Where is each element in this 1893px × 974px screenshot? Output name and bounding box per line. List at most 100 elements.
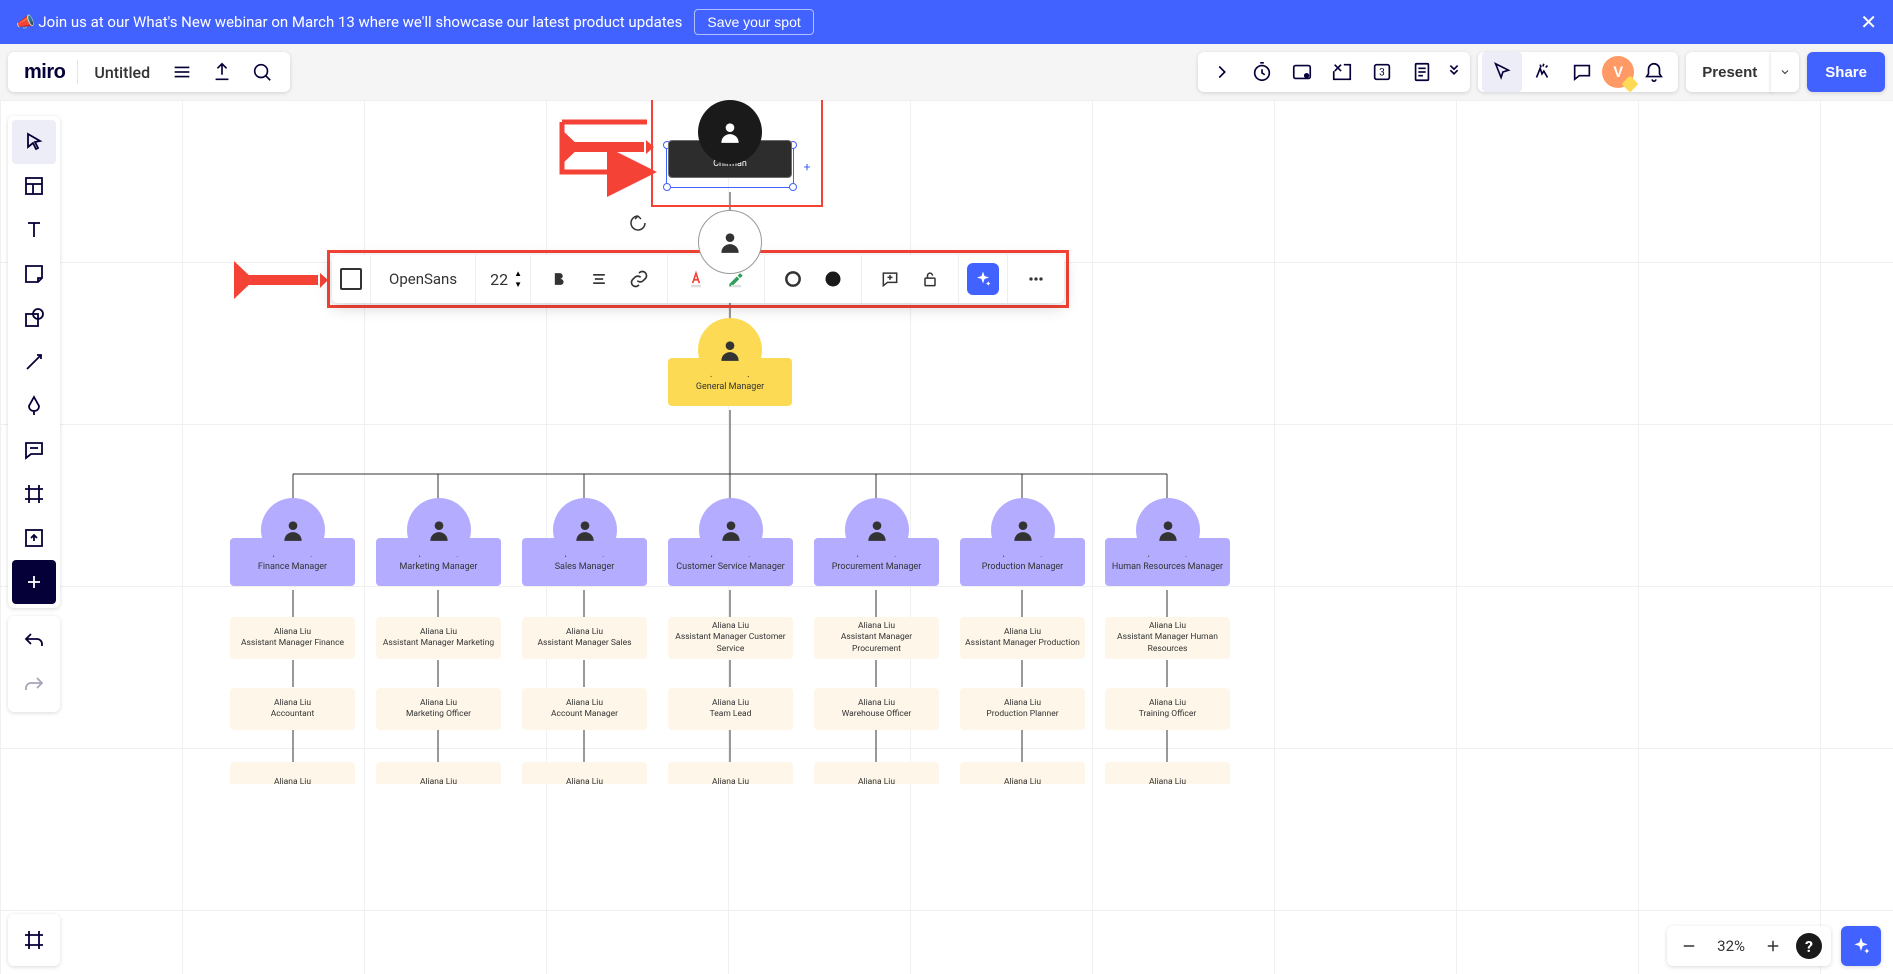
org-node-officer[interactable]: Aliana LiuAccountant — [230, 688, 355, 730]
org-node-officer[interactable]: Aliana LiuTeam Lead — [668, 688, 793, 730]
pen-tool-icon[interactable] — [12, 384, 56, 428]
redo-icon[interactable] — [12, 664, 56, 708]
org-node-manager[interactable]: Aliana LiuMarketing Manager — [376, 498, 501, 586]
select-tool-icon[interactable] — [12, 120, 56, 164]
upload-tool-icon[interactable] — [12, 516, 56, 560]
org-node-level4[interactable]: Aliana Liu — [960, 762, 1085, 784]
app-toolbar: 3 — [1198, 52, 1470, 92]
shape-tool-icon[interactable] — [12, 296, 56, 340]
zoom-out-icon[interactable] — [1671, 926, 1707, 966]
line-tool-icon[interactable] — [12, 340, 56, 384]
announcement-banner: 📣 Join us at our What's New webinar on M… — [0, 0, 1893, 44]
reactions-icon[interactable] — [1522, 52, 1562, 92]
org-node-assistant[interactable]: Aliana LiuAssistant Manager Sales — [522, 617, 647, 659]
org-node-manager[interactable]: Aliana LiuHuman Resources Manager — [1105, 498, 1230, 586]
notification-icon[interactable] — [1634, 52, 1674, 92]
voting-icon[interactable] — [1322, 52, 1362, 92]
export-icon[interactable] — [202, 52, 242, 92]
org-node-assistant[interactable]: Aliana LiuAssistant Manager Finance — [230, 617, 355, 659]
menu-icon[interactable] — [162, 52, 202, 92]
screen-share-icon[interactable] — [1282, 52, 1322, 92]
org-node-manager[interactable]: Aliana LiuProduction Manager — [960, 498, 1085, 586]
collab-toolbar: V — [1478, 52, 1678, 92]
present-button[interactable]: Present — [1686, 52, 1773, 92]
close-icon[interactable]: ✕ — [1860, 12, 1877, 32]
border-color-icon[interactable] — [773, 255, 813, 303]
org-node-level4[interactable]: Aliana Liu — [1105, 762, 1230, 784]
search-icon[interactable] — [242, 52, 282, 92]
org-node-assistant[interactable]: Aliana LiuAssistant Manager Marketing — [376, 617, 501, 659]
zoom-in-icon[interactable] — [1755, 926, 1791, 966]
estimate-icon[interactable]: 3 — [1362, 52, 1402, 92]
formatting-toolbar: OpenSans 22 ▲▼ — [332, 255, 1064, 303]
shape-type-icon[interactable] — [340, 268, 362, 290]
org-node-assistant[interactable]: Aliana LiuAssistant Manager Customer Ser… — [668, 617, 793, 659]
more-tools-icon[interactable] — [12, 560, 56, 604]
font-size-input[interactable]: 22 — [484, 270, 514, 289]
font-size-stepper[interactable]: ▲▼ — [514, 269, 522, 289]
annotation-arrow — [232, 258, 327, 307]
align-icon[interactable] — [579, 255, 619, 303]
org-node-manager[interactable]: Aliana LiuSales Manager — [522, 498, 647, 586]
org-node-officer[interactable]: Aliana LiuWarehouse Officer — [814, 688, 939, 730]
org-node-officer[interactable]: Aliana LiuMarketing Officer — [376, 688, 501, 730]
org-node-officer[interactable]: Aliana LiuProduction Planner — [960, 688, 1085, 730]
org-node-officer[interactable]: Aliana LiuTraining Officer — [1105, 688, 1230, 730]
org-node-manager[interactable]: Aliana LiuCustomer Service Manager — [668, 498, 793, 586]
user-avatar[interactable]: V — [1602, 56, 1634, 88]
fill-color-icon[interactable] — [813, 255, 853, 303]
tools-sidebar — [8, 116, 60, 712]
zoom-value[interactable]: 32% — [1707, 937, 1755, 955]
org-node-assistant[interactable]: Aliana LiuAssistant Manager Procurement — [814, 617, 939, 659]
annotation-toolbar-highlight: OpenSans 22 ▲▼ — [327, 250, 1069, 308]
undo-icon[interactable] — [12, 620, 56, 664]
org-node-chairman[interactable]: Aliana Liu Chirman — [668, 100, 792, 178]
lock-icon[interactable] — [910, 255, 950, 303]
ai-assist-icon[interactable] — [967, 263, 999, 295]
banner-text: 📣 Join us at our What's New webinar on M… — [16, 13, 682, 31]
rotate-icon[interactable] — [628, 213, 648, 233]
link-icon[interactable] — [619, 255, 659, 303]
share-button[interactable]: Share — [1807, 52, 1885, 92]
org-node-general-manager[interactable]: Aliana Liu General Manager — [668, 318, 792, 406]
bold-icon[interactable] — [539, 255, 579, 303]
org-node-assistant[interactable]: Aliana LiuAssistant Manager Human Resour… — [1105, 617, 1230, 659]
save-spot-button[interactable]: Save your spot — [694, 9, 813, 35]
comment-icon[interactable] — [1562, 52, 1602, 92]
annotation-arrow — [558, 118, 653, 180]
timer-icon[interactable] — [1242, 52, 1282, 92]
org-node-assistant[interactable]: Aliana LiuAssistant Manager Production — [960, 617, 1085, 659]
org-node-level4[interactable]: Aliana Liu — [376, 762, 501, 784]
text-tool-icon[interactable] — [12, 208, 56, 252]
add-comment-icon[interactable] — [870, 255, 910, 303]
miro-logo[interactable]: miro — [16, 61, 73, 84]
notes-icon[interactable] — [1402, 52, 1442, 92]
template-tool-icon[interactable] — [12, 164, 56, 208]
more-icon[interactable] — [1016, 255, 1056, 303]
org-node-vice[interactable] — [698, 210, 762, 274]
frame-toggle[interactable] — [8, 914, 60, 966]
board-title[interactable]: Untitled — [82, 63, 162, 82]
sticky-tool-icon[interactable] — [12, 252, 56, 296]
org-node-level4[interactable]: Aliana Liu — [230, 762, 355, 784]
zoom-panel: 32% ? — [1667, 926, 1831, 966]
expand-icon[interactable] — [1202, 52, 1242, 92]
canvas[interactable]: Aliana Liu Chirman + Aliana Liu General … — [0, 100, 1893, 974]
help-icon[interactable]: ? — [1791, 926, 1827, 966]
svg-text:3: 3 — [1379, 68, 1385, 79]
font-select[interactable]: OpenSans — [379, 270, 467, 288]
org-node-manager[interactable]: Aliana LiuFinance Manager — [230, 498, 355, 586]
comment-tool-icon[interactable] — [12, 428, 56, 472]
org-node-manager[interactable]: Aliana LiuProcurement Manager — [814, 498, 939, 586]
org-node-level4[interactable]: Aliana Liu — [668, 762, 793, 784]
formatting-toolbar-wrapper: OpenSans 22 ▲▼ — [327, 250, 1069, 308]
frame-tool-icon[interactable] — [12, 472, 56, 516]
ai-fab-icon[interactable] — [1841, 926, 1881, 966]
present-dropdown-icon[interactable] — [1771, 52, 1799, 92]
more-apps-icon[interactable] — [1442, 52, 1466, 92]
org-node-officer[interactable]: Aliana LiuAccount Manager — [522, 688, 647, 730]
org-node-level4[interactable]: Aliana Liu — [522, 762, 647, 784]
org-node-level4[interactable]: Aliana Liu — [814, 762, 939, 784]
board-header: miro Untitled — [8, 52, 290, 92]
cursor-tracking-icon[interactable] — [1482, 52, 1522, 92]
